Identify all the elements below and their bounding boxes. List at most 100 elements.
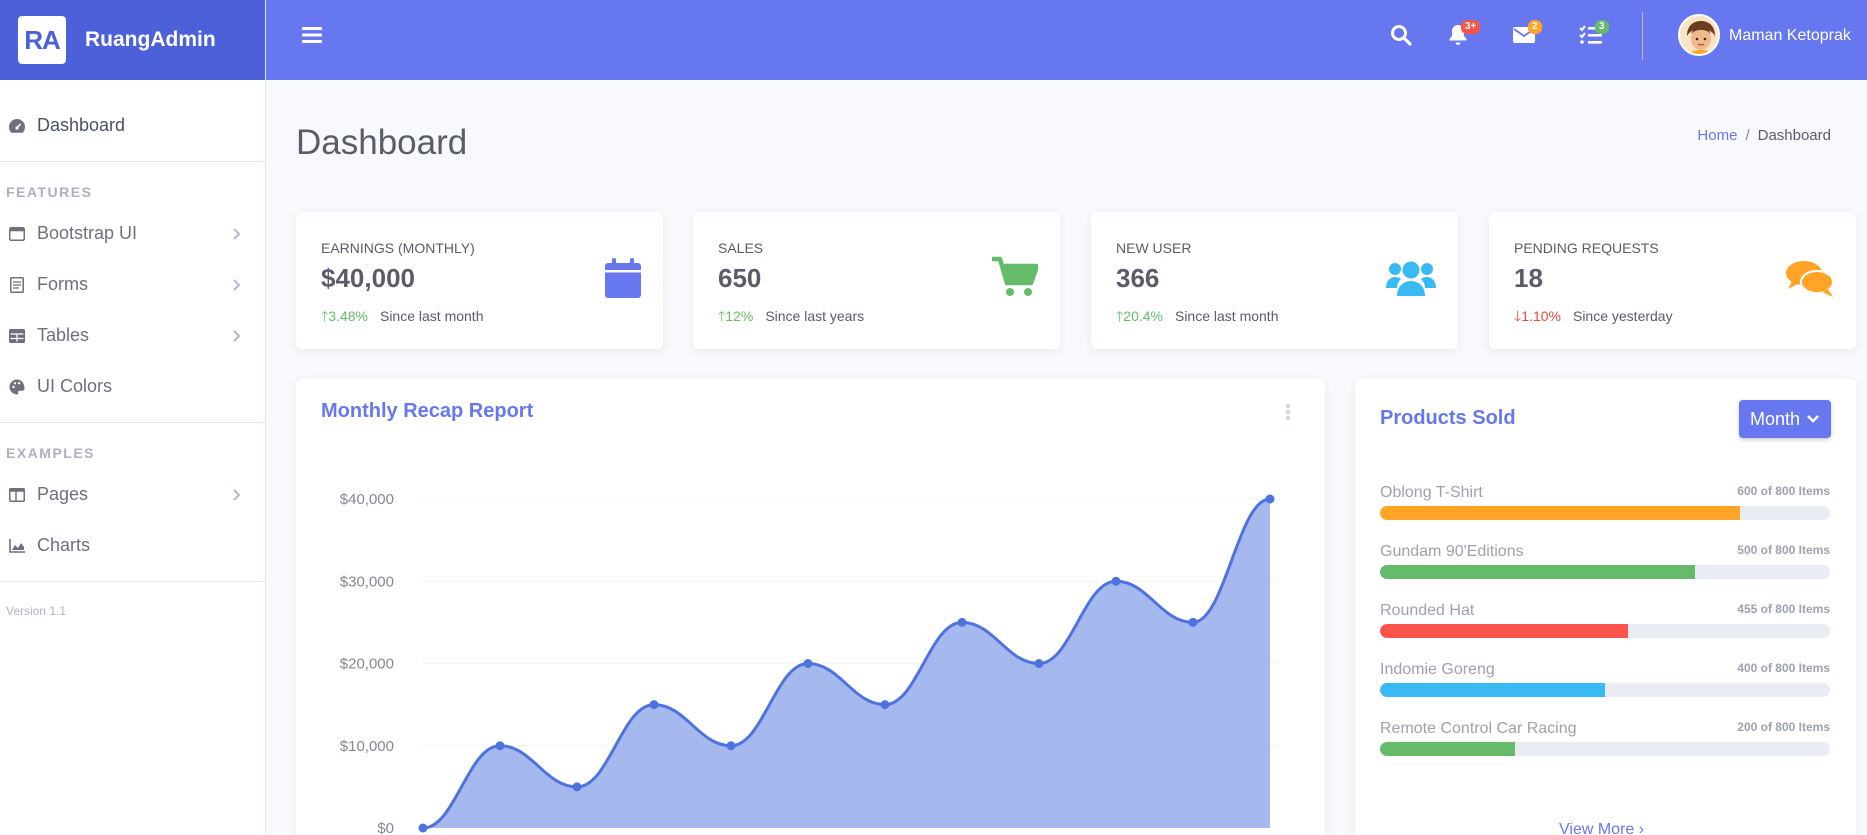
breadcrumb: Home / Dashboard: [1697, 127, 1831, 144]
sidebar: RA RuangAdmin Dashboard FEATURES Bootstr…: [0, 0, 266, 835]
area-chart: $0 $10,000 $20,000 $30,000 $40,000: [340, 491, 1280, 835]
sidebar-item-label: Tables: [37, 325, 90, 345]
data-point: [495, 741, 505, 751]
sidebar-item-label: Bootstrap UI: [37, 223, 138, 243]
stat-since: Since last month: [1174, 308, 1279, 324]
sidebar-item-bootstrap-ui[interactable]: Bootstrap UI: [0, 208, 265, 259]
bell-icon[interactable]: 3+: [1448, 20, 1481, 51]
palette-icon: [8, 378, 26, 396]
topbar-divider: [1642, 12, 1643, 60]
data-point: [803, 659, 813, 668]
products-sold-card: Products Sold Month Oblong T-Shirt 600 of…: [1355, 379, 1856, 835]
envelope-icon[interactable]: 2: [1513, 20, 1542, 49]
data-point: [726, 741, 736, 751]
product-count: 500 of 800 Items: [1737, 543, 1830, 557]
stat-value: 650: [718, 263, 762, 293]
menu-toggle-icon[interactable]: [302, 26, 322, 49]
sidebar-item-label: Pages: [37, 484, 89, 504]
monthly-recap-card: Monthly Recap Report $0 $10,000 $20,000 $30…: [296, 379, 1325, 835]
sidebar-item-forms[interactable]: Forms: [0, 259, 265, 310]
chevron-right-icon: [232, 276, 241, 297]
columns-icon: [8, 486, 26, 504]
stat-label: Pending Requests: [1514, 240, 1659, 256]
product-count: 600 of 800 Items: [1737, 484, 1830, 498]
sidebar-heading-features: FEATURES: [6, 184, 93, 200]
breadcrumb-current: Dashboard: [1757, 127, 1831, 144]
stat-since: Since yesterday: [1572, 308, 1673, 324]
breadcrumb-home-link[interactable]: Home: [1697, 127, 1737, 144]
sidebar-item-label: Charts: [37, 535, 91, 555]
data-point: [418, 823, 428, 833]
progress-bar: [1380, 506, 1830, 520]
stat-since: Since last month: [379, 308, 484, 324]
progress-bar: [1380, 742, 1830, 756]
sidebar-item-charts[interactable]: Charts: [0, 520, 265, 571]
data-point: [1188, 617, 1198, 627]
product-count: 400 of 800 Items: [1737, 661, 1830, 675]
sidebar-item-tables[interactable]: Tables: [0, 310, 265, 361]
messages-badge: 2: [1528, 20, 1542, 34]
stat-delta: 🡓1.10%: [1514, 308, 1561, 324]
brand-logo: RA: [18, 16, 66, 64]
product-name: Indomie Goreng: [1380, 661, 1495, 678]
y-tick-label: $0: [377, 820, 394, 835]
tasks-icon[interactable]: 3: [1579, 20, 1609, 50]
progress-bar: [1380, 683, 1830, 697]
sidebar-item-ui-colors[interactable]: UI Colors: [0, 361, 265, 412]
progress-fill: [1380, 624, 1628, 638]
avatar[interactable]: [1678, 14, 1720, 56]
users-icon: [1386, 260, 1436, 301]
chevron-right-icon: [232, 225, 241, 246]
tachometer-icon: [8, 117, 26, 135]
progress-fill: [1380, 506, 1740, 520]
sidebar-item-dashboard[interactable]: Dashboard: [0, 90, 265, 161]
y-tick-label: $10,000: [340, 738, 394, 755]
progress-fill: [1380, 683, 1605, 697]
brand[interactable]: RA RuangAdmin: [0, 0, 265, 80]
table-icon: [8, 327, 26, 345]
page-title: Dashboard: [296, 123, 468, 162]
chevron-right-icon: [232, 327, 241, 348]
stat-footer: 🡓1.10% Since yesterday: [1514, 306, 1673, 330]
y-tick-label: $30,000: [340, 573, 394, 590]
cart-icon: [992, 256, 1040, 303]
username[interactable]: Maman Ketoprak: [1729, 27, 1851, 45]
data-point: [1265, 494, 1275, 504]
product-name: Rounded Hat: [1380, 602, 1475, 619]
calendar-icon: [605, 258, 641, 303]
chevron-right-icon: ›: [1638, 821, 1645, 835]
sidebar-item-label: Dashboard: [37, 115, 126, 135]
form-icon: [8, 276, 26, 294]
progress-bar: [1380, 624, 1830, 638]
y-tick-label: $40,000: [340, 491, 394, 508]
stat-card-new-user: New User 366 🡑20.4% Since last month: [1091, 212, 1458, 349]
progress-fill: [1380, 742, 1515, 756]
tasks-badge: 3: [1595, 20, 1609, 34]
product-name: Gundam 90'Editions: [1380, 543, 1524, 560]
stat-value: 18: [1514, 263, 1543, 293]
window-icon: [8, 225, 26, 243]
stat-delta: 🡑3.48%: [321, 308, 368, 324]
stat-footer: 🡑3.48% Since last month: [321, 306, 483, 330]
progress-fill: [1380, 565, 1695, 579]
sidebar-item-label: Forms: [37, 274, 88, 294]
stat-card-earnings: Earnings (Monthly) $40,000 🡑3.48% Since l…: [296, 212, 663, 349]
stat-label: New User: [1116, 240, 1192, 256]
sidebar-item-pages[interactable]: Pages: [0, 469, 265, 520]
area-chart-icon: [8, 537, 26, 555]
view-more-link[interactable]: View More ›: [1559, 821, 1644, 835]
product-count: 200 of 800 Items: [1737, 720, 1830, 734]
product-name: Remote Control Car Racing: [1380, 720, 1577, 737]
stat-delta: 🡑12%: [718, 308, 754, 324]
chevron-down-icon: [1807, 415, 1819, 423]
search-icon[interactable]: [1390, 24, 1412, 51]
stat-footer: 🡑12% Since last years: [718, 306, 864, 330]
card-title: Products Sold: [1380, 407, 1516, 429]
stat-delta: 🡑20.4%: [1116, 308, 1163, 324]
data-point: [1111, 576, 1121, 586]
chevron-right-icon: [232, 486, 241, 507]
topbar: 3+ 2 3 Maman Ketoprak: [266, 0, 1867, 80]
version-label: Version 1.1: [6, 604, 67, 618]
data-point: [572, 782, 582, 792]
month-dropdown-button[interactable]: Month: [1739, 400, 1831, 438]
